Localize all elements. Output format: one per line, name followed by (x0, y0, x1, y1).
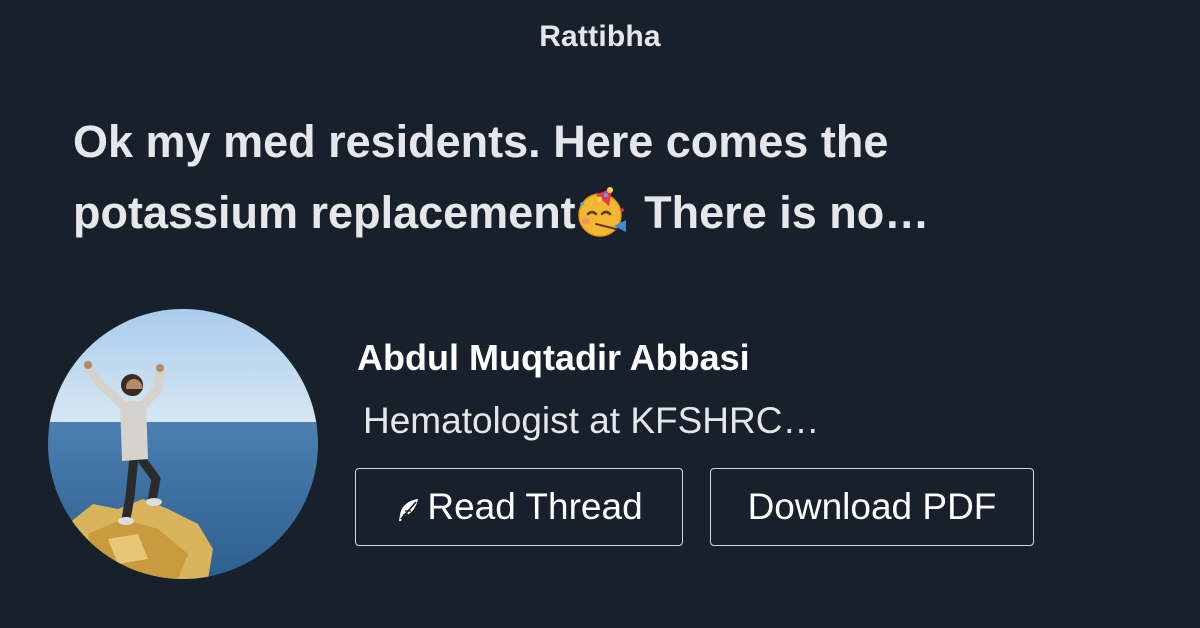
download-pdf-label: Download PDF (747, 486, 997, 527)
author-bio: Hematologist at KFSHRC… (363, 400, 820, 441)
author-avatar[interactable] (48, 309, 318, 579)
title-line-1: Ok my med residents. Here comes the (73, 116, 889, 167)
feather-icon (399, 499, 419, 521)
profile-photo-icon (48, 309, 318, 579)
brand-name[interactable]: Rattibha (0, 20, 1200, 54)
download-pdf-button[interactable]: Download PDF (710, 468, 1034, 546)
title-line-2: potassium replacement There is no… (73, 177, 1073, 248)
author-name[interactable]: Abdul Muqtadir Abbasi (357, 337, 750, 379)
read-thread-button[interactable]: Read Thread (355, 468, 683, 546)
title-line-2-start: potassium replacement (73, 187, 576, 238)
title-line-2-end: There is no… (631, 187, 930, 238)
thread-title[interactable]: Ok my med residents. Here comes the pota… (73, 106, 1073, 248)
partying-face-emoji-icon (577, 187, 626, 237)
read-thread-label: Read Thread (427, 486, 643, 527)
thread-card: Rattibha Ok my med residents. Here comes… (0, 0, 1200, 628)
